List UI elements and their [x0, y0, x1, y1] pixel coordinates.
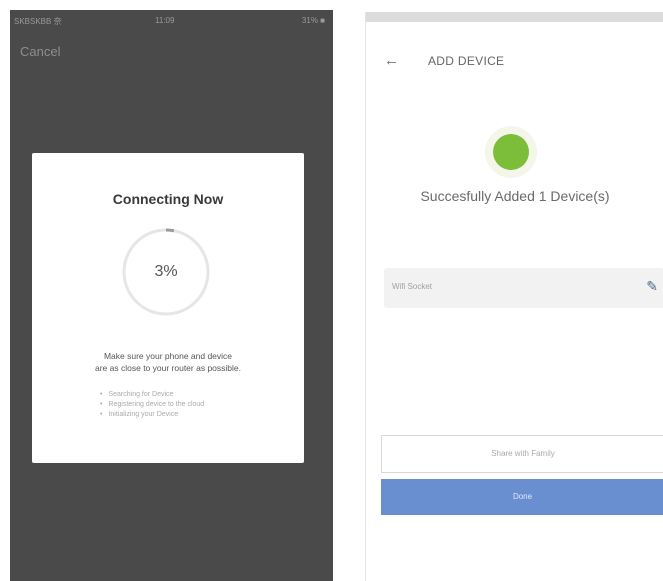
pencil-icon[interactable]: ✎	[646, 278, 658, 295]
step-item: Searching for Device	[100, 390, 204, 400]
battery-indicator: 31% ■	[301, 16, 325, 25]
share-with-family-button[interactable]: Share with Family	[381, 435, 663, 473]
progress-percent: 3%	[154, 263, 178, 280]
step-item: Registering device to the cloud	[100, 400, 204, 410]
clock: 11:09	[155, 16, 175, 25]
device-list-item[interactable]: Wifi Socket ✎	[384, 268, 663, 308]
success-dot-icon	[493, 134, 529, 170]
success-halo	[485, 126, 537, 178]
status-bar: SKBSKBB 奈 11:09 31% ■	[10, 10, 333, 30]
success-message: Succesfully Added 1 Device(s)	[420, 188, 610, 204]
status-bar	[366, 12, 663, 22]
connecting-screen: SKBSKBB 奈 11:09 31% ■ Cancel Connecting …	[10, 10, 333, 581]
step-item: Initializing your Device	[100, 410, 204, 420]
dialog-title: Connecting Now	[112, 191, 224, 207]
cancel-button[interactable]: Cancel	[20, 44, 60, 59]
carrier-label: SKBSKBB 奈	[14, 17, 62, 26]
connecting-dialog: Connecting Now 3% Make sure your phone a…	[32, 153, 304, 463]
device-name: Wifi Socket	[392, 282, 433, 291]
arrow-left-icon[interactable]: ←	[384, 52, 399, 69]
hint-line-2: are as close to your router as possible.	[95, 363, 241, 373]
done-button[interactable]: Done	[381, 479, 663, 515]
add-device-screen: ← ADD DEVICE Succesfully Added 1 Device(…	[365, 12, 663, 581]
page-title: ADD DEVICE	[428, 54, 505, 68]
hint-line-1: Make sure your phone and device	[103, 351, 233, 361]
proximity-hint: Make sure your phone and device are as c…	[42, 350, 294, 374]
connection-steps: Searching for Device Registering device …	[100, 390, 204, 420]
